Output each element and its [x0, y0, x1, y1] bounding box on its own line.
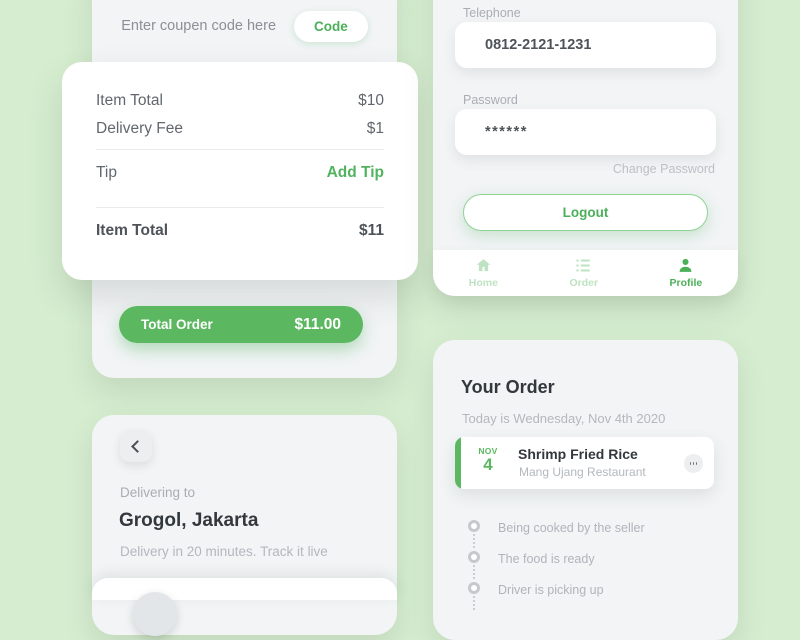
list-icon [576, 259, 591, 272]
change-password-link[interactable]: Change Password [613, 162, 715, 176]
status-connector [473, 596, 475, 610]
telephone-field[interactable]: 0812-2121-1231 [455, 22, 716, 68]
status-step-label: Driver is picking up [498, 582, 604, 597]
status-dot-icon [468, 551, 480, 563]
total-order-label: Total Order [141, 317, 213, 332]
coupon-input[interactable]: Enter coupen code here [121, 18, 276, 34]
summary-label: Item Total [96, 222, 169, 239]
order-date-badge: NOV 4 [473, 446, 503, 473]
password-value: ****** [485, 124, 528, 140]
your-order-title: Your Order [461, 377, 555, 397]
password-field[interactable]: ****** [455, 109, 716, 155]
nav-label-profile: Profile [669, 277, 703, 289]
delivering-to-label: Delivering to [120, 485, 196, 500]
order-date-line: Today is Wednesday, Nov 4th 2020 [462, 411, 666, 426]
more-horizontal-icon[interactable] [684, 454, 703, 473]
summary-label: Item Total [96, 92, 163, 109]
order-badge-day: 4 [483, 455, 493, 474]
coupon-row: Enter coupen code here Code [92, 0, 397, 52]
summary-row-grand-total: Item Total $11 [96, 208, 384, 254]
total-order-button[interactable]: Total Order $11.00 [119, 306, 363, 343]
order-summary-card: Item Total $10 Delivery Fee $1 Tip Add T… [62, 62, 418, 280]
nav-label-order: Order [569, 277, 599, 289]
nav-item-order[interactable]: Order [563, 256, 604, 290]
driver-avatar [133, 592, 177, 636]
bottom-navigation: Home Order Profile [433, 250, 738, 296]
summary-row-item-total: Item Total $10 [96, 92, 384, 110]
status-dot-icon [468, 520, 480, 532]
logout-button[interactable]: Logout [463, 194, 708, 231]
summary-label: Tip [96, 164, 117, 181]
order-item-accent-bar [455, 437, 461, 489]
status-step-label: The food is ready [498, 551, 595, 566]
summary-value: $11 [358, 222, 384, 239]
password-label: Password [463, 93, 518, 107]
chevron-left-icon [131, 439, 144, 453]
person-icon [679, 258, 692, 272]
nav-label-home: Home [468, 277, 498, 289]
status-dot-icon [468, 582, 480, 594]
summary-row-tip: Tip Add Tip [96, 150, 384, 196]
delivery-address: Grogol, Jakarta [119, 510, 259, 531]
delivery-eta: Delivery in 20 minutes. Track it live [120, 544, 328, 559]
order-item-card[interactable]: NOV 4 Shrimp Fried Rice Mang Ujang Resta… [455, 437, 714, 489]
nav-item-home[interactable]: Home [463, 256, 504, 290]
add-tip-link[interactable]: Add Tip [327, 164, 384, 182]
summary-label: Delivery Fee [96, 120, 183, 137]
total-order-amount: $11.00 [294, 315, 341, 333]
status-step: Driver is picking up [468, 574, 718, 610]
telephone-value: 0812-2121-1231 [485, 37, 592, 53]
order-item-restaurant: Mang Ujang Restaurant [519, 465, 646, 479]
status-step: Being cooked by the seller [468, 512, 718, 548]
status-step-label: Being cooked by the seller [498, 520, 645, 535]
back-button[interactable] [120, 430, 152, 462]
order-status-timeline: Being cooked by the seller The food is r… [468, 512, 718, 610]
home-icon [476, 259, 491, 272]
summary-row-delivery-fee: Delivery Fee $1 [96, 120, 384, 138]
status-step: The food is ready [468, 543, 718, 579]
summary-value: $10 [358, 92, 384, 109]
summary-value: $1 [366, 120, 384, 137]
nav-item-profile[interactable]: Profile [664, 256, 709, 290]
telephone-label: Telephone [463, 6, 521, 20]
order-item-name: Shrimp Fried Rice [518, 446, 638, 462]
apply-code-button[interactable]: Code [294, 10, 368, 42]
map-bottom-sheet [92, 578, 397, 600]
